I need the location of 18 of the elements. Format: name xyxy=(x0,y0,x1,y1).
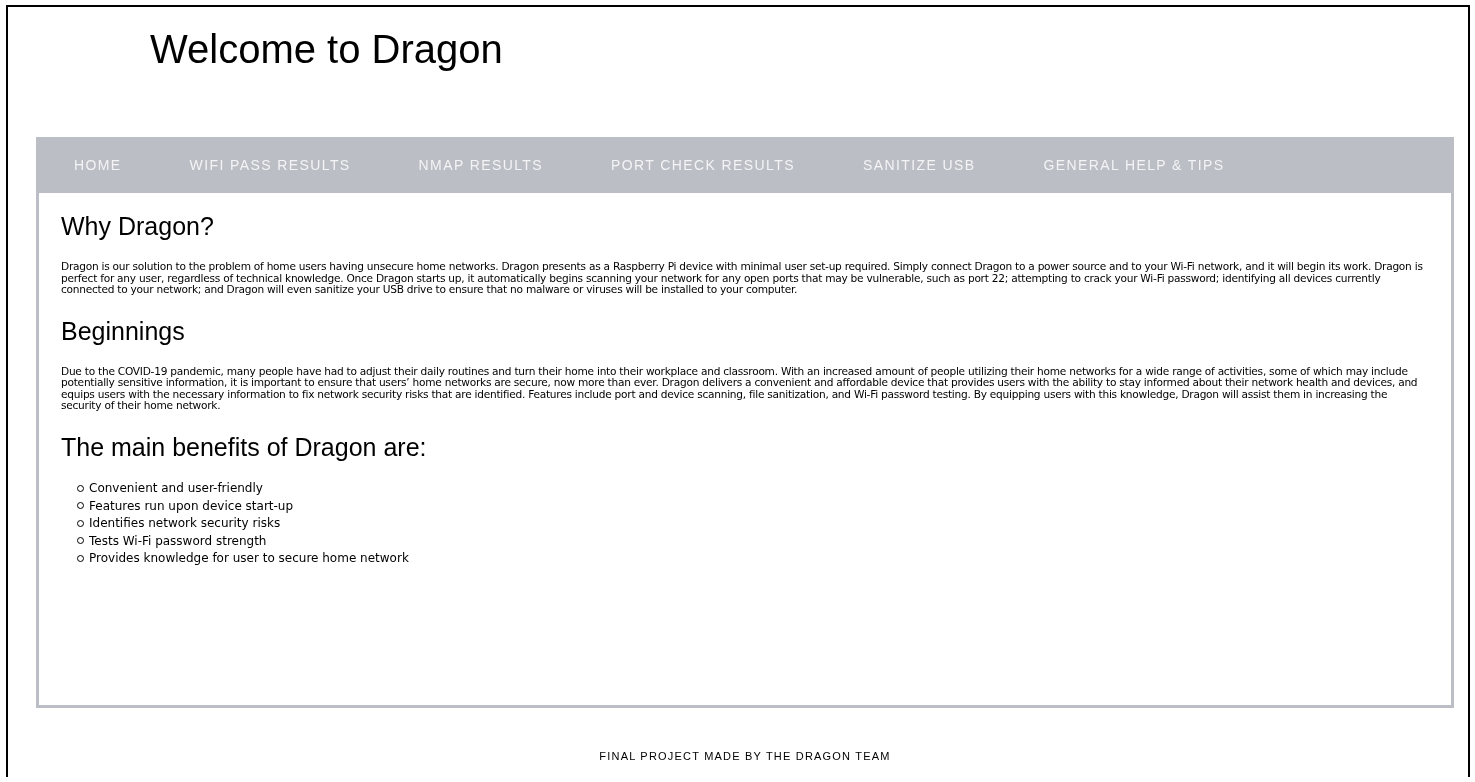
paragraph: Due to the COVID-19 pandemic, many people have had to adjust their daily routines and turn their home into their workplace and classroom. With an increased amount of people utilizing their home networks for a wide range of activities, some of which may include potentially sensitive information, it is important to ensure that users’ home networks are secure, now more than ever. Dragon delivers a convenient and affordable device that provides users with the ability to stay informed about their network health and devices, and equips users with the necessary information to fix network security risks that are identified. Features include port and device scanning, file sanitization, and Wi-Fi password testing. By equipping users with this knowledge, Dragon will assist them in increasing the security of their home network. xyxy=(61,365,1419,412)
footer-text: FINAL PROJECT MADE BY THE DRAGON TEAM xyxy=(599,750,891,762)
paragraph: Dragon is our solution to the problem of home users having unsecure home networks. Dragon presents as a Raspberry Pi device with minimal user set-up required. Simply connect Dragon to a power source and to your Wi-Fi network, and it will begin its work. Dragon is perfect for any user, regardless of technical knowledge. Once Dragon starts up, it automatically begins scanning your network for any open ports that may be vulnerable, such as port 22; attempting to crack your Wi-Fi password; identifying all devices currently connected to your network; and Dragon will even sanitize your USB drive to ensure that no malware or viruses will be installed to your computer. xyxy=(61,261,1424,296)
nav-link[interactable]: WIFI PASS RESULTS xyxy=(189,157,351,173)
list-item: Features run upon device start-up xyxy=(89,498,294,513)
nav-link[interactable]: GENERAL HELP & TIPS xyxy=(1043,157,1225,173)
nav-link[interactable]: SANITIZE USB xyxy=(862,157,976,173)
list-item: Tests Wi-Fi password strength xyxy=(89,533,267,548)
nav-link[interactable]: PORT CHECK RESULTS xyxy=(611,157,795,173)
list-item: Provides knowledge for user to secure home network xyxy=(89,551,409,566)
page-title: Welcome to Dragon xyxy=(150,26,503,73)
nav-link[interactable]: HOME xyxy=(74,157,122,173)
section-heading: Why Dragon? xyxy=(61,211,215,241)
section-heading: The main benefits of Dragon are: xyxy=(61,431,428,462)
nav-link[interactable]: NMAP RESULTS xyxy=(418,157,543,173)
section-heading: Beginnings xyxy=(61,315,186,346)
list-item: Identifies network security risks xyxy=(89,516,281,531)
list-item: Convenient and user-friendly xyxy=(89,481,263,496)
